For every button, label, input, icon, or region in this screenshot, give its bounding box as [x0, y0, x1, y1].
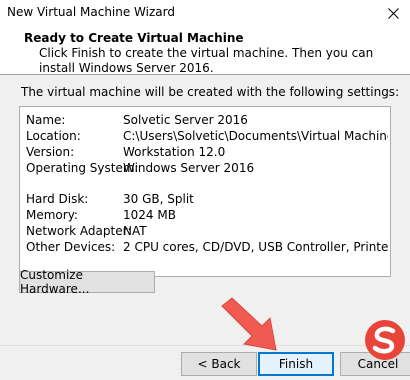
- setting-label: Location:: [26, 129, 81, 143]
- arrow-pointer-icon: [221, 297, 277, 351]
- title-bar: New Virtual Machine Wizard: [0, 0, 410, 27]
- setting-value: 1024 MB: [123, 208, 176, 222]
- header-description: Click Finish to create the virtual machi…: [39, 46, 374, 75]
- setting-label: Name:: [26, 113, 66, 127]
- customize-hardware-button[interactable]: Customize Hardware...: [19, 268, 155, 296]
- close-icon: [387, 8, 399, 19]
- wizard-content: The virtual machine will be created with…: [0, 75, 410, 345]
- setting-label: Memory:: [26, 208, 78, 222]
- header-title: Ready to Create Virtual Machine: [24, 31, 244, 45]
- setting-value: C:\Users\Solvetic\Documents\Virtual Mach…: [123, 129, 388, 143]
- setting-label: Network Adapter:: [26, 224, 132, 238]
- setting-label: Other Devices:: [26, 240, 116, 254]
- window-title: New Virtual Machine Wizard: [7, 5, 175, 19]
- intro-text: The virtual machine will be created with…: [21, 85, 400, 99]
- setting-value: NAT: [123, 224, 147, 238]
- setting-label: Operating System:: [26, 161, 139, 175]
- close-button[interactable]: [376, 0, 410, 27]
- settings-summary: Name: Solvetic Server 2016 Location: C:\…: [19, 106, 391, 277]
- wizard-header: Ready to Create Virtual Machine Click Fi…: [0, 27, 410, 75]
- setting-value: Windows Server 2016: [123, 161, 255, 175]
- setting-label: Version:: [26, 145, 75, 159]
- setting-value: 2 CPU cores, CD/DVD, USB Controller, Pri…: [123, 240, 388, 254]
- setting-value: Workstation 12.0: [123, 145, 226, 159]
- setting-label: Hard Disk:: [26, 192, 89, 206]
- setting-value: Solvetic Server 2016: [123, 113, 248, 127]
- wizard-footer: < Back Finish Cancel: [0, 346, 410, 380]
- site-logo-icon: [365, 320, 405, 360]
- setting-value: 30 GB, Split: [123, 192, 194, 206]
